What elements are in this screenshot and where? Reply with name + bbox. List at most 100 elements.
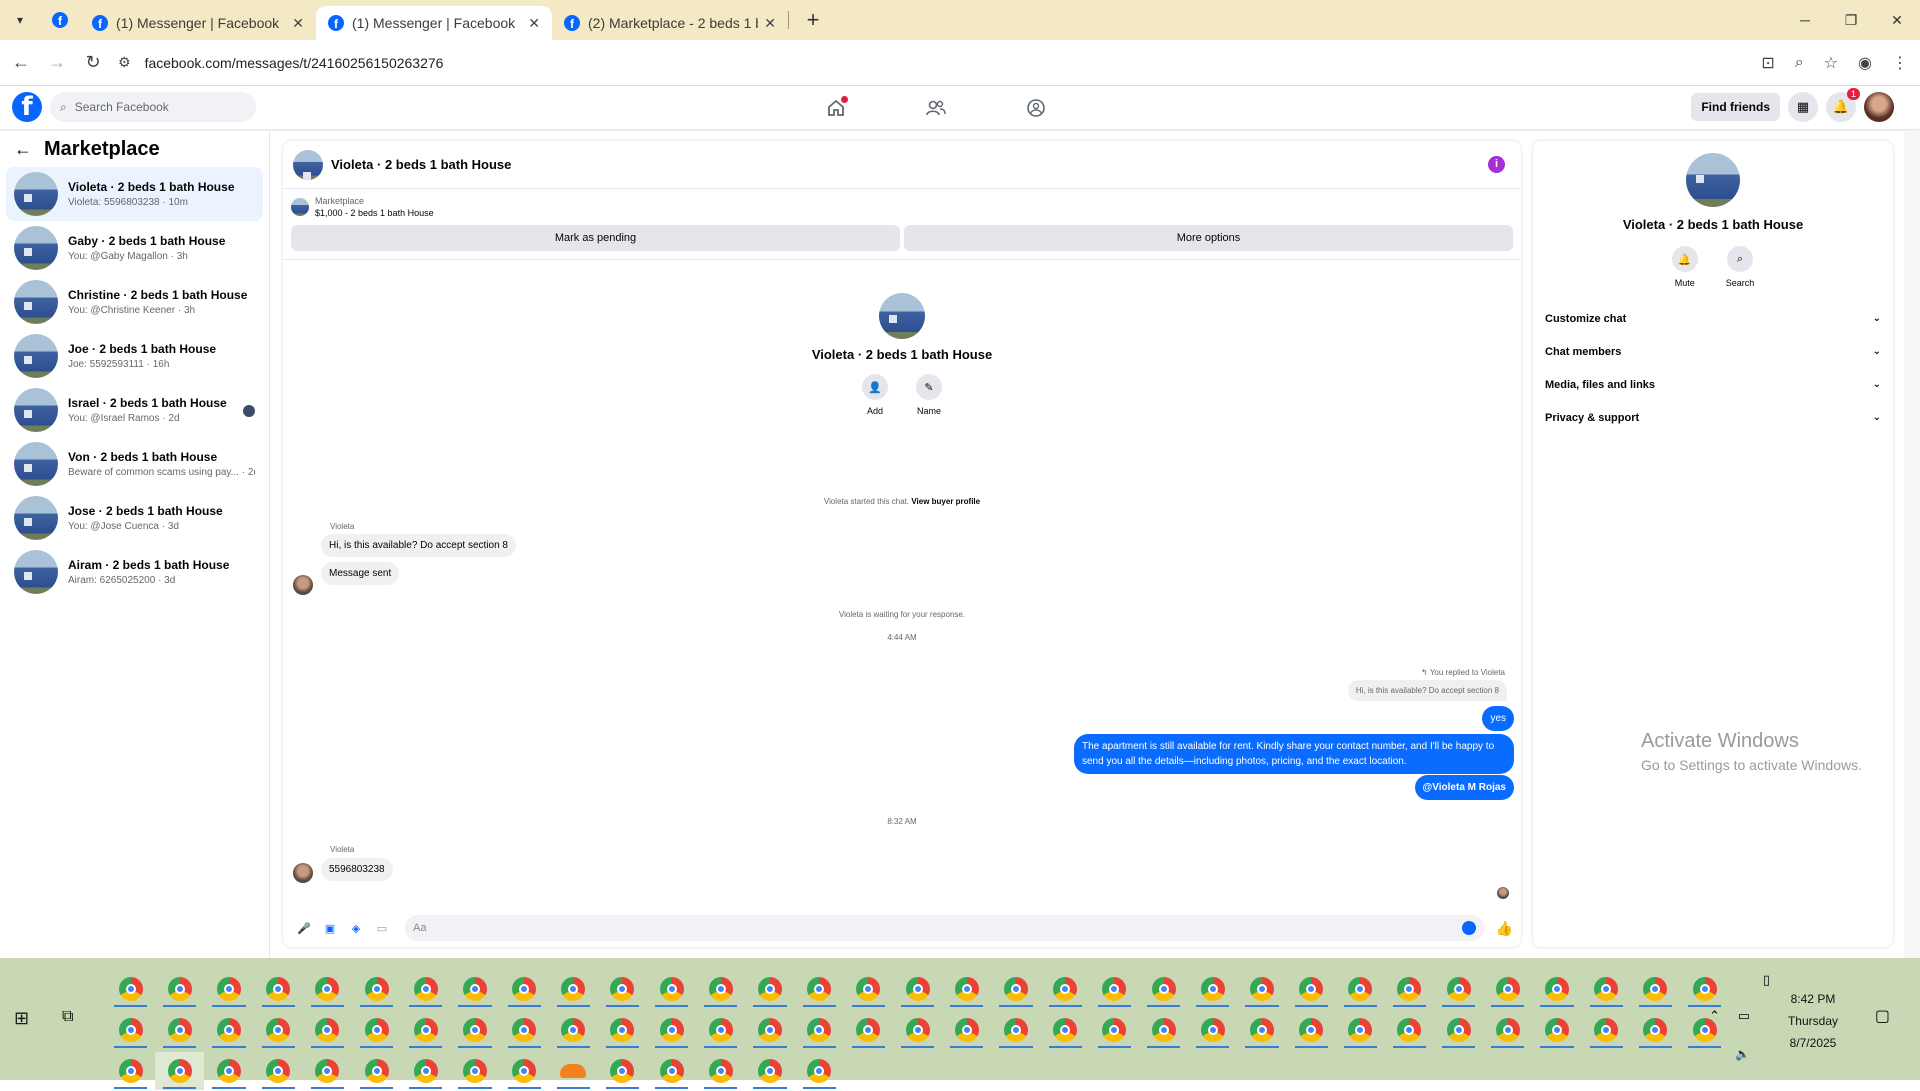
chrome-window-icon[interactable] bbox=[401, 970, 450, 1008]
tab-close-icon[interactable]: ✕ bbox=[528, 15, 540, 32]
menu-kebab-icon[interactable]: ⋮ bbox=[1892, 53, 1908, 73]
chrome-window-icon[interactable] bbox=[696, 970, 745, 1008]
chrome-window-icon[interactable] bbox=[1532, 1011, 1581, 1049]
conversation-item[interactable]: Airam · 2 beds 1 bath House Airam: 626502… bbox=[6, 545, 263, 599]
quoted-message[interactable]: Hi, is this available? Do accept section… bbox=[1347, 680, 1507, 701]
gif-icon[interactable]: ▭ bbox=[371, 922, 393, 935]
incoming-message[interactable]: Hi, is this available? Do accept section… bbox=[321, 534, 516, 557]
network-icon[interactable]: ▭ bbox=[1738, 1008, 1750, 1024]
chrome-window-icon[interactable] bbox=[1237, 970, 1286, 1008]
menu-grid-icon[interactable]: ▦ bbox=[1788, 92, 1818, 122]
chrome-window-icon[interactable] bbox=[598, 1052, 647, 1090]
chrome-window-icon[interactable] bbox=[1041, 1011, 1090, 1049]
info-icon[interactable]: i bbox=[1488, 156, 1505, 173]
sticker-icon[interactable]: ◈ bbox=[345, 922, 367, 935]
tray-device-icon[interactable]: ▯ bbox=[1763, 972, 1770, 988]
chrome-window-icon[interactable] bbox=[647, 1011, 696, 1049]
chrome-window-icon[interactable] bbox=[450, 1052, 499, 1090]
chrome-window-icon[interactable] bbox=[1336, 1011, 1385, 1049]
chat-members-item[interactable]: Chat members ⌄ bbox=[1533, 335, 1893, 368]
chrome-window-icon[interactable] bbox=[1434, 970, 1483, 1008]
chrome-window-icon[interactable] bbox=[598, 970, 647, 1008]
conversation-item[interactable]: Joe · 2 beds 1 bath House Joe: 5592593111… bbox=[6, 329, 263, 383]
chrome-window-icon[interactable] bbox=[991, 970, 1040, 1008]
site-info-icon[interactable]: ⚙ bbox=[118, 54, 131, 71]
chrome-window-icon[interactable] bbox=[401, 1011, 450, 1049]
media-files-links-item[interactable]: Media, files and links ⌄ bbox=[1533, 368, 1893, 401]
tab-marketplace[interactable]: f (2) Marketplace - 2 beds 1 bath ✕ bbox=[552, 6, 788, 40]
close-window-icon[interactable]: ✕ bbox=[1874, 0, 1920, 40]
chrome-window-icon[interactable] bbox=[1483, 970, 1532, 1008]
chrome-window-icon[interactable] bbox=[1532, 970, 1581, 1008]
chrome-window-icon[interactable] bbox=[106, 1052, 155, 1090]
facebook-logo-icon[interactable]: f bbox=[12, 92, 42, 122]
minimize-icon[interactable]: ─ bbox=[1782, 0, 1828, 40]
privacy-support-item[interactable]: Privacy & support ⌄ bbox=[1533, 401, 1893, 434]
chrome-window-icon[interactable] bbox=[303, 1011, 352, 1049]
conversation-item[interactable]: Violeta · 2 beds 1 bath House Violeta: 55… bbox=[6, 167, 263, 221]
conversation-item[interactable]: Gaby · 2 beds 1 bath House You: @Gaby Mag… bbox=[6, 221, 263, 275]
restore-icon[interactable]: ❐ bbox=[1828, 0, 1874, 40]
zoom-icon[interactable]: ⌕ bbox=[1795, 54, 1804, 72]
chrome-window-icon[interactable] bbox=[204, 970, 253, 1008]
search-in-chat-button[interactable]: ⌕ Search bbox=[1726, 246, 1754, 288]
chrome-window-icon[interactable] bbox=[1287, 970, 1336, 1008]
back-icon[interactable]: ← bbox=[6, 52, 36, 73]
chrome-window-icon[interactable] bbox=[155, 1051, 205, 1090]
chrome-window-icon[interactable] bbox=[500, 1052, 549, 1090]
chrome-window-icon[interactable] bbox=[991, 1011, 1040, 1049]
conversation-item[interactable]: Israel · 2 beds 1 bath House You: @Israel… bbox=[6, 383, 263, 437]
chrome-window-icon[interactable] bbox=[352, 1052, 401, 1090]
chrome-window-icon[interactable] bbox=[1139, 1011, 1188, 1049]
friends-icon[interactable] bbox=[920, 94, 952, 122]
install-app-icon[interactable]: ⊡ bbox=[1761, 53, 1774, 73]
chrome-window-icon[interactable] bbox=[303, 1052, 352, 1090]
chrome-window-icon[interactable] bbox=[352, 1011, 401, 1049]
chrome-window-icon[interactable] bbox=[401, 1052, 450, 1090]
more-options-button[interactable]: More options bbox=[904, 225, 1513, 251]
mark-pending-button[interactable]: Mark as pending bbox=[291, 225, 900, 251]
profile-icon[interactable]: ◉ bbox=[1858, 53, 1872, 73]
tab-close-icon[interactable]: ✕ bbox=[292, 15, 304, 32]
chrome-window-icon[interactable] bbox=[745, 970, 794, 1008]
chrome-window-icon[interactable] bbox=[1385, 1011, 1434, 1049]
outgoing-message[interactable]: The apartment is still available for ren… bbox=[1074, 734, 1514, 774]
chrome-window-icon[interactable] bbox=[155, 970, 204, 1008]
chrome-window-icon[interactable] bbox=[1090, 1011, 1139, 1049]
chat-avatar[interactable] bbox=[293, 149, 323, 180]
microphone-icon[interactable]: 🎤 bbox=[293, 922, 315, 935]
back-arrow-icon[interactable]: ← bbox=[14, 139, 32, 160]
groups-icon[interactable] bbox=[1020, 94, 1052, 122]
conversation-item[interactable]: Christine · 2 beds 1 bath House You: @Chr… bbox=[6, 275, 263, 329]
incoming-message[interactable]: 5596803238 bbox=[321, 858, 393, 881]
chat-title[interactable]: Violeta · 2 beds 1 bath House bbox=[331, 157, 511, 172]
chrome-window-icon[interactable] bbox=[254, 970, 303, 1008]
chrome-window-icon[interactable] bbox=[647, 1052, 696, 1090]
mute-button[interactable]: 🔔 Mute bbox=[1671, 246, 1698, 288]
chrome-window-icon[interactable] bbox=[450, 970, 499, 1008]
address-bar[interactable]: ⚙ facebook.com/messages/t/24160256150263… bbox=[118, 46, 1800, 80]
tab-search-icon[interactable]: ▾ bbox=[0, 0, 40, 40]
clock[interactable]: 8:42 PM Thursday 8/7/2025 bbox=[1788, 988, 1838, 1054]
tab-messenger-1[interactable]: f (1) Messenger | Facebook ✕ bbox=[80, 6, 316, 40]
conversation-item[interactable]: Jose · 2 beds 1 bath House You: @Jose Cue… bbox=[6, 491, 263, 545]
chrome-window-icon[interactable] bbox=[106, 1011, 155, 1049]
name-chat-button[interactable]: ✎ Name bbox=[916, 374, 942, 416]
message-input[interactable]: Aa bbox=[405, 915, 1484, 941]
chrome-window-icon[interactable] bbox=[1237, 1011, 1286, 1049]
reload-icon[interactable]: ↻ bbox=[78, 52, 108, 73]
conversation-item[interactable]: Von · 2 beds 1 bath House Beware of commo… bbox=[6, 437, 263, 491]
chrome-window-icon[interactable] bbox=[1336, 970, 1385, 1008]
chrome-window-icon[interactable] bbox=[500, 1011, 549, 1049]
chrome-window-icon[interactable] bbox=[893, 1011, 942, 1049]
chrome-window-icon[interactable] bbox=[352, 970, 401, 1008]
pinned-facebook-tab[interactable]: f bbox=[40, 12, 80, 28]
chrome-window-icon[interactable] bbox=[942, 970, 991, 1008]
chrome-window-icon[interactable] bbox=[549, 970, 598, 1008]
listing-banner[interactable]: Marketplace $1,000 - 2 beds 1 bath House bbox=[283, 189, 1521, 225]
chrome-window-icon[interactable] bbox=[844, 1011, 893, 1049]
chrome-window-icon[interactable] bbox=[647, 970, 696, 1008]
chrome-window-icon[interactable] bbox=[696, 1011, 745, 1049]
details-avatar[interactable] bbox=[1686, 153, 1740, 207]
chrome-window-icon[interactable] bbox=[1090, 970, 1139, 1008]
